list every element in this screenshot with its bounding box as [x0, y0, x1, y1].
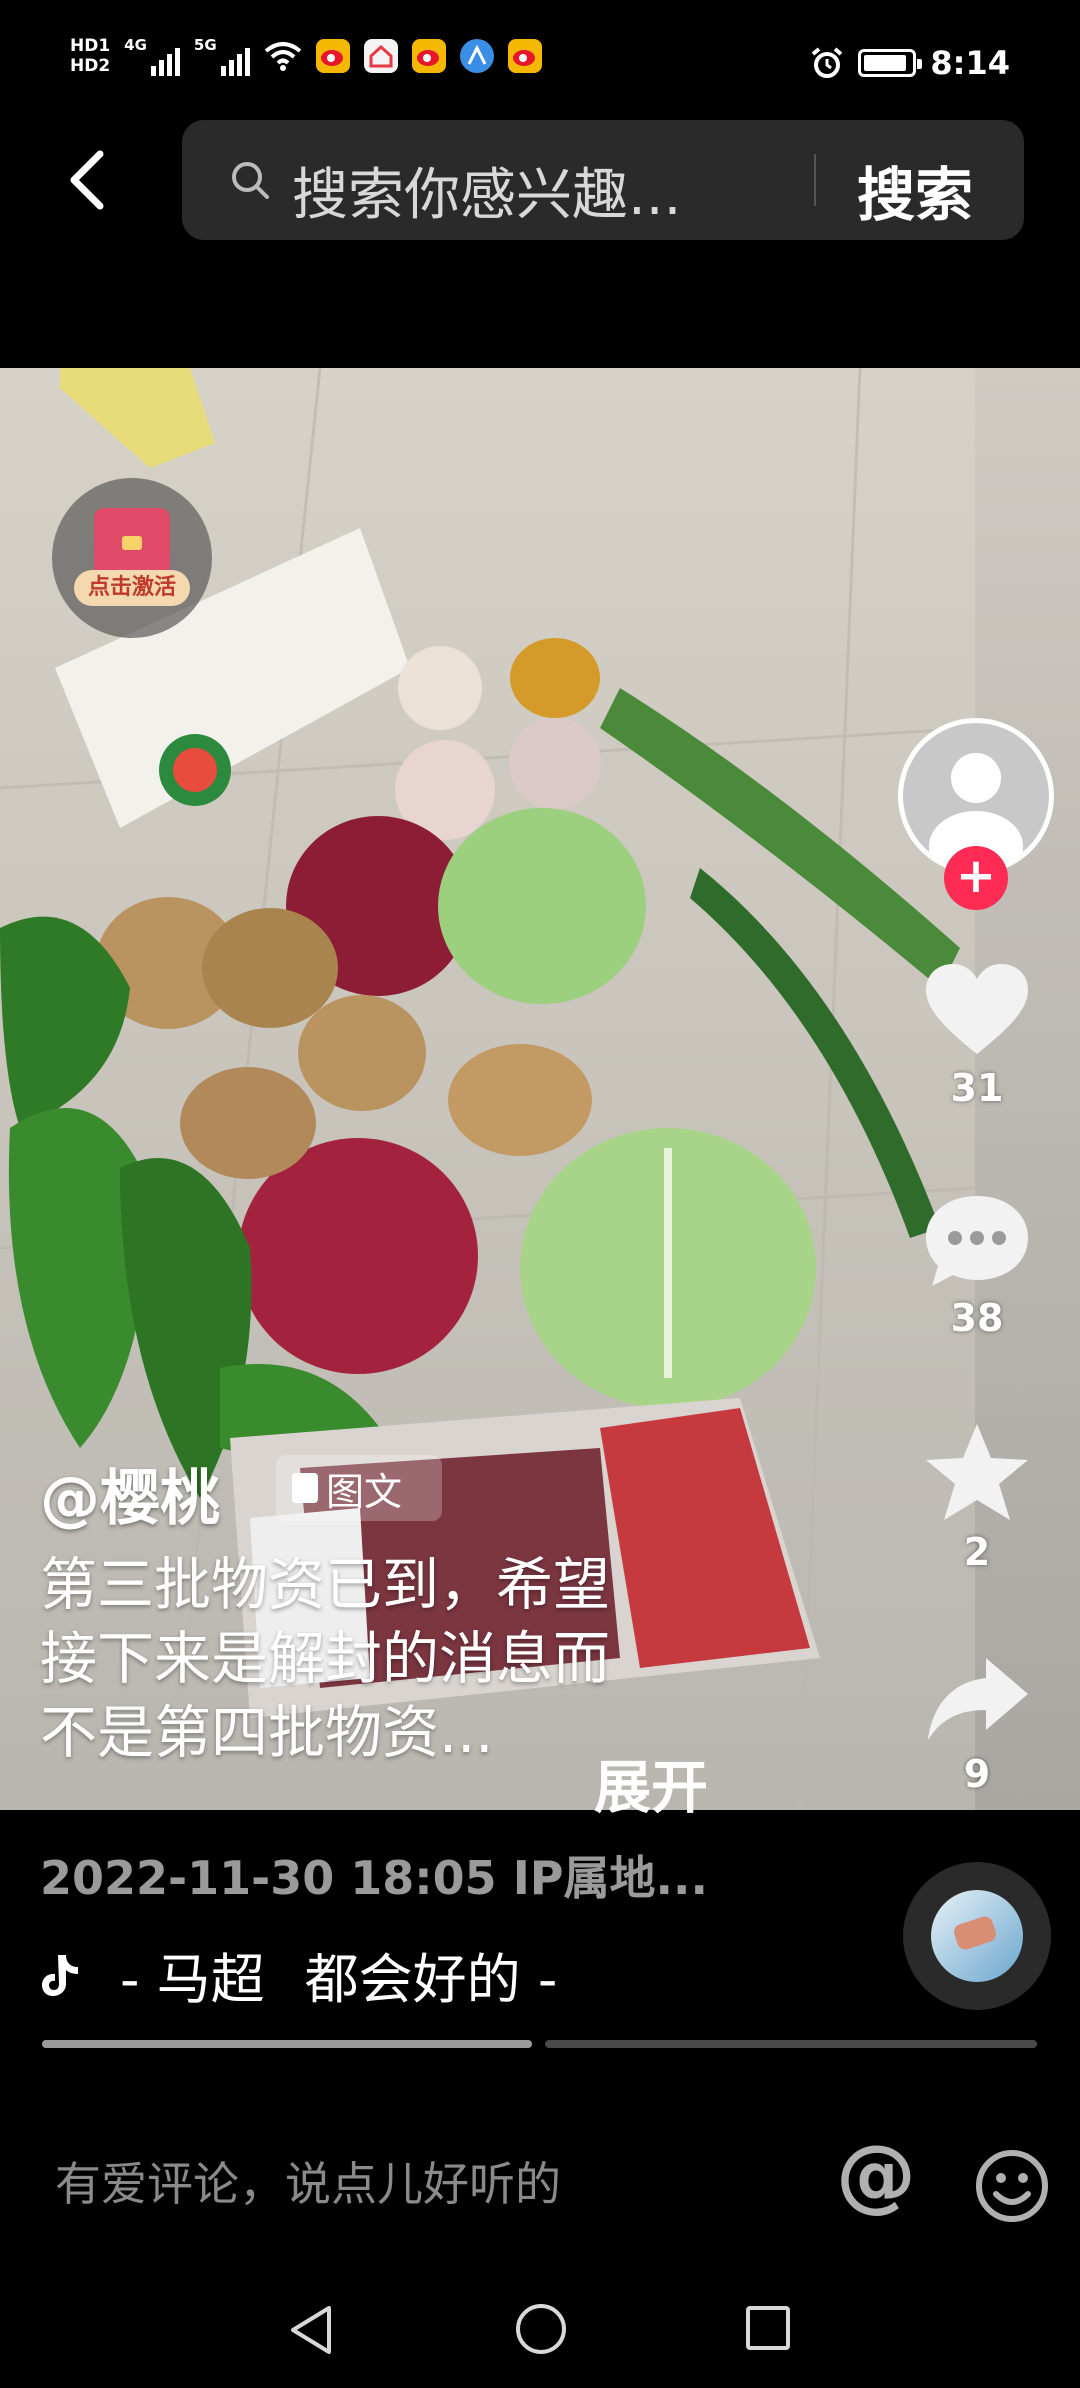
nav-recents-icon[interactable]	[746, 2306, 790, 2350]
battery-icon	[858, 49, 923, 77]
weibo-icon	[315, 39, 350, 73]
post-caption[interactable]: 第三批物资已到，希望 接下来是解封的消息而 不是第四批物资...	[40, 1548, 740, 1770]
browser-icon	[459, 39, 494, 73]
signal-group-1: 4G	[124, 36, 180, 76]
search-icon	[232, 162, 269, 199]
hd1-label: HD1	[70, 36, 111, 56]
like-count: 31	[950, 1066, 1004, 1110]
weibo-icon	[411, 39, 446, 73]
share-count: 9	[963, 1752, 991, 1796]
favorite-button[interactable]: 2	[917, 1420, 1037, 1574]
status-bar: HD1 HD2 4G 5G 8:14	[0, 0, 1080, 100]
share-button[interactable]: 9	[917, 1652, 1037, 1796]
search-button[interactable]: 搜索	[857, 148, 973, 232]
weibo-icon	[507, 39, 542, 73]
emoji-icon[interactable]	[974, 2148, 1050, 2224]
author-name[interactable]: @樱桃	[40, 1450, 220, 1537]
star-icon	[926, 1424, 1028, 1520]
signal-icon	[150, 46, 180, 76]
wifi-icon	[264, 42, 301, 71]
nav-back-icon[interactable]	[287, 2304, 335, 2356]
favorite-count: 2	[963, 1530, 991, 1574]
caption-line: 第三批物资已到，希望	[40, 1552, 610, 1618]
search-input[interactable]: 搜索你感兴趣...	[292, 150, 681, 231]
alarm-icon	[812, 47, 843, 78]
activate-badge[interactable]: 点击激活	[52, 478, 212, 638]
music-cover	[931, 1890, 1023, 1982]
search-divider	[814, 154, 816, 206]
expand-button[interactable]: 展开	[594, 1742, 708, 1824]
nav-home-icon[interactable]	[516, 2304, 566, 2354]
back-arrow-icon[interactable]	[60, 148, 120, 212]
share-icon	[928, 1658, 1028, 1740]
music-title: 都会好的 -	[304, 1948, 558, 2011]
image-progress-1[interactable]	[42, 2040, 532, 2048]
clock: 8:14	[930, 44, 1010, 82]
post-type-label: 图文	[326, 1469, 403, 1514]
mention-button[interactable]: @	[836, 2128, 916, 2221]
signal-group-2: 5G	[194, 36, 250, 76]
image-text-icon	[292, 1473, 318, 1503]
post-type-tag: 图文	[276, 1455, 442, 1521]
caption-line: 接下来是解封的消息而	[40, 1626, 610, 1692]
image-progress-2[interactable]	[545, 2040, 1037, 2048]
music-disc[interactable]	[903, 1862, 1051, 2010]
music-info[interactable]: - 马超 都会好的 -	[40, 1935, 557, 2014]
comment-count: 38	[950, 1296, 1004, 1340]
status-bar-left: HD1 HD2 4G 5G	[70, 36, 542, 76]
red-envelope-icon	[94, 508, 170, 578]
home-app-icon	[363, 39, 398, 73]
hd-indicator: HD1 HD2	[70, 36, 110, 76]
activate-label: 点击激活	[74, 570, 190, 606]
comment-icon	[926, 1196, 1028, 1286]
network-type-label: 4G	[124, 36, 147, 54]
tiktok-note-icon	[42, 1954, 78, 1996]
battery-level	[864, 55, 906, 71]
comment-button[interactable]: 38	[917, 1192, 1037, 1340]
system-nav-bar	[0, 2268, 1080, 2388]
post-meta: 2022-11-30 18:05 IP属地...	[40, 1851, 708, 1905]
progress-fill	[42, 2040, 532, 2048]
network-type-label: 5G	[193, 36, 217, 54]
avatar-head	[951, 753, 1001, 803]
hd2-label: HD2	[70, 56, 111, 76]
comment-input[interactable]: 有爱评论，说点儿好听的	[55, 2148, 561, 2214]
status-bar-right: 8:14	[810, 44, 1010, 82]
signal-icon	[220, 46, 250, 76]
search-bar[interactable]: 搜索你感兴趣... 搜索	[182, 120, 1024, 240]
follow-button[interactable]: +	[944, 846, 1008, 910]
like-button[interactable]: 31	[917, 962, 1037, 1110]
heart-icon	[926, 964, 1028, 1054]
music-artist: - 马超	[120, 1948, 265, 2011]
